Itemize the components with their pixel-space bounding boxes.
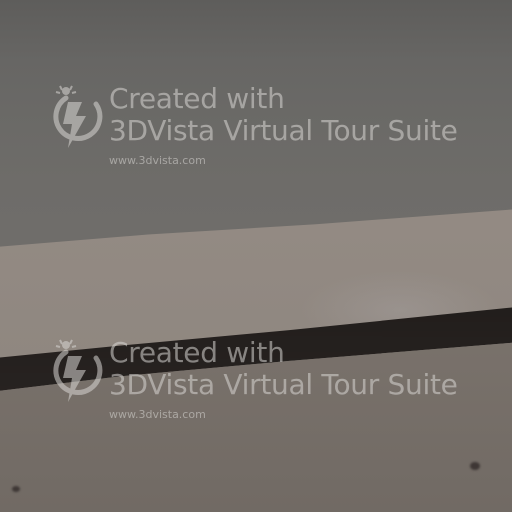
watermark-url: www.3dvista.com <box>109 408 206 421</box>
3dvista-logo-icon <box>53 339 103 402</box>
watermark-line-2: 3DVista Virtual Tour Suite <box>109 368 458 401</box>
watermark-bottom: Created with 3DVista Virtual Tour Suite … <box>46 336 506 426</box>
watermark-url: www.3dvista.com <box>109 154 206 167</box>
dark-speck <box>470 462 480 470</box>
watermark-line-1: Created with <box>109 336 285 369</box>
dark-speck <box>12 486 20 492</box>
watermark-line-1: Created with <box>109 82 285 115</box>
watermark-line-2: 3DVista Virtual Tour Suite <box>109 114 458 147</box>
panorama-view[interactable]: Created with 3DVista Virtual Tour Suite … <box>0 0 512 512</box>
3dvista-logo-icon <box>53 85 103 148</box>
watermark-top: Created with 3DVista Virtual Tour Suite … <box>46 82 506 172</box>
